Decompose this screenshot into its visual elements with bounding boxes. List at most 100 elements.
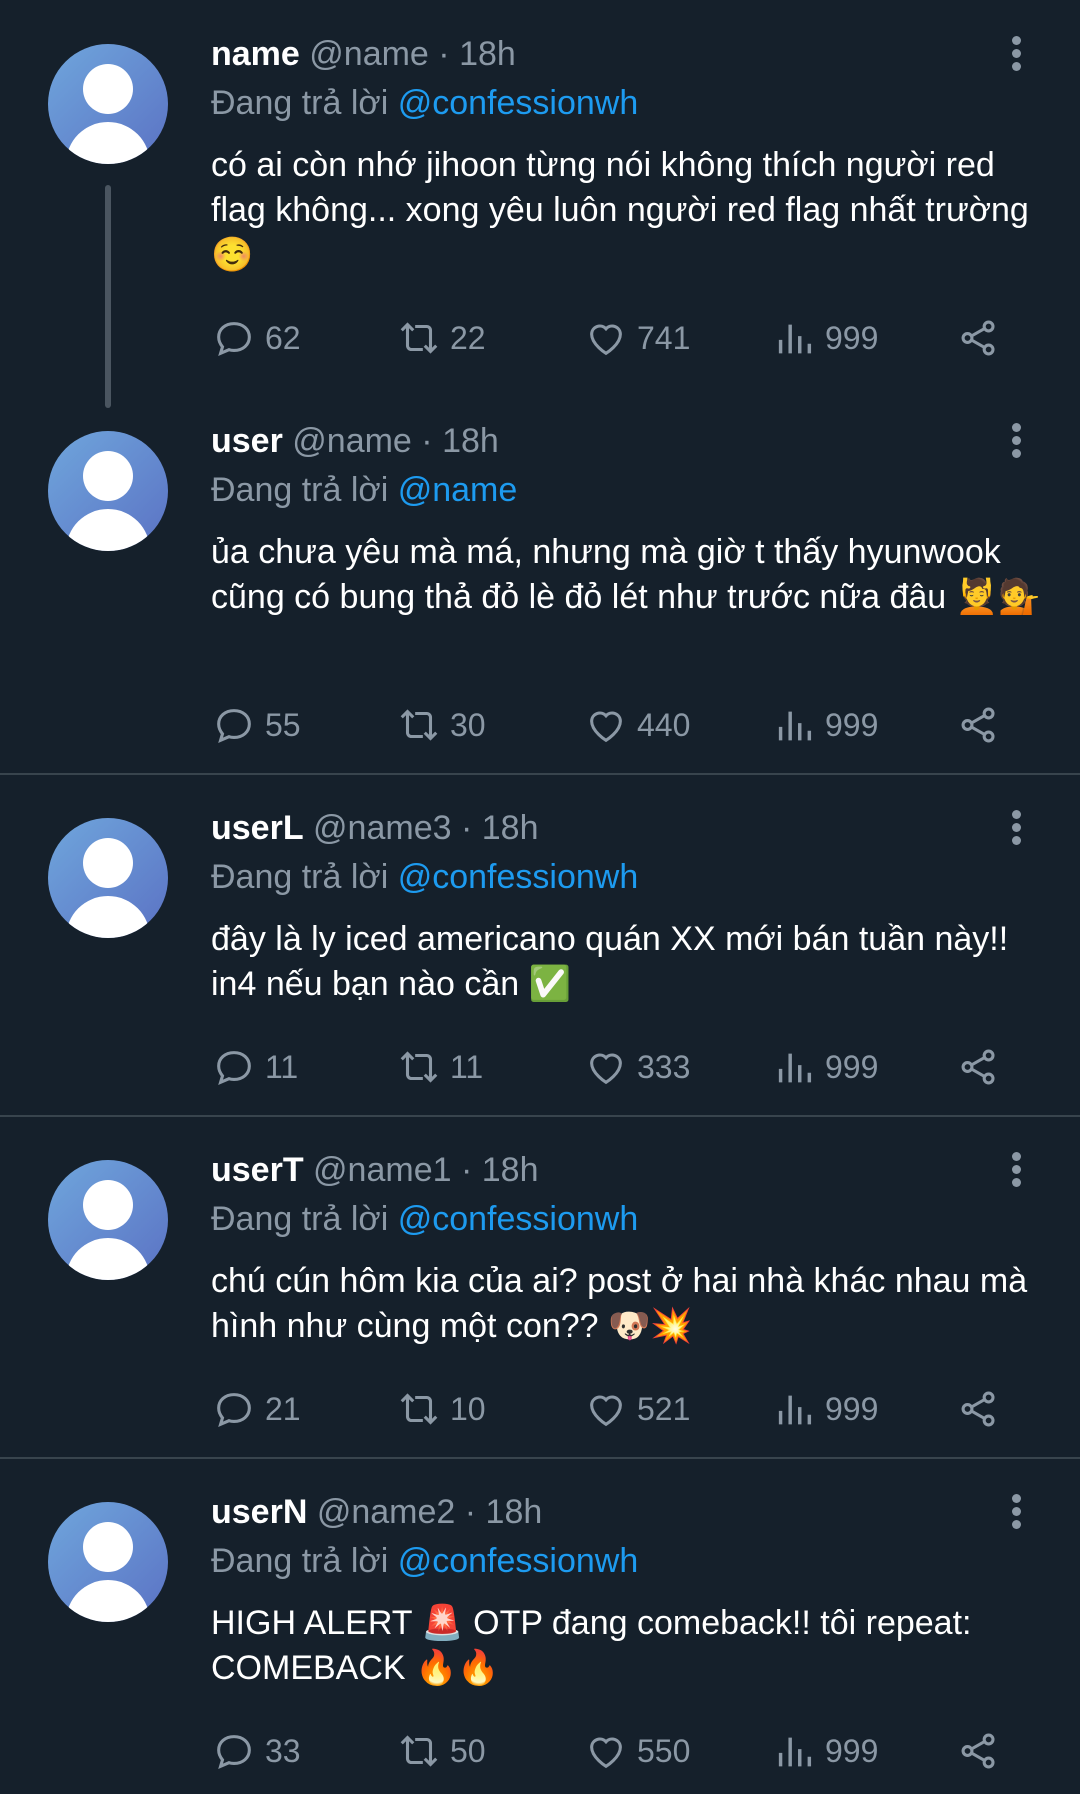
tweet-header: name @name · 18h <box>211 34 516 74</box>
display-name[interactable]: userN <box>211 1493 307 1531</box>
display-name[interactable]: user <box>211 422 283 460</box>
like-button[interactable]: 333 <box>583 1042 690 1092</box>
handle[interactable]: @name1 <box>313 1151 451 1189</box>
timestamp[interactable]: 18h <box>486 1493 543 1531</box>
more-icon[interactable] <box>1005 1492 1029 1532</box>
reply-button[interactable]: 62 <box>211 313 301 363</box>
share-button[interactable] <box>956 1384 1010 1434</box>
reply-icon <box>217 1393 251 1428</box>
view-count: 999 <box>825 1390 879 1427</box>
more-icon[interactable] <box>1005 808 1029 848</box>
reply-button[interactable]: 33 <box>211 1726 301 1776</box>
handle[interactable]: @name <box>292 422 412 460</box>
timestamp[interactable]: 18h <box>442 422 499 460</box>
like-button[interactable]: 741 <box>583 313 690 363</box>
views-icon <box>778 1053 812 1083</box>
handle[interactable]: @name <box>309 35 429 73</box>
avatar[interactable] <box>48 1502 168 1622</box>
tweet-header: userL @name3 · 18h <box>211 808 538 848</box>
meta-separator: · <box>428 35 460 73</box>
reply-mention[interactable]: @confessionwh <box>398 1542 639 1580</box>
retweet-button[interactable]: 30 <box>396 700 486 750</box>
retweet-icon <box>400 1393 438 1425</box>
avatar[interactable] <box>48 44 168 164</box>
reply-count: 62 <box>265 319 301 356</box>
tweet-actions: 33 50 550 999 <box>211 1726 1011 1776</box>
reply-button[interactable]: 21 <box>211 1384 301 1434</box>
avatar[interactable] <box>48 1160 168 1280</box>
share-button[interactable] <box>956 700 1010 750</box>
like-count: 333 <box>637 1048 691 1085</box>
reply-mention[interactable]: @confessionwh <box>398 84 639 122</box>
reply-mention[interactable]: @confessionwh <box>398 1200 639 1238</box>
retweet-button[interactable]: 22 <box>396 313 486 363</box>
reply-button[interactable]: 11 <box>211 1042 298 1092</box>
views-button[interactable]: 999 <box>771 1726 878 1776</box>
views-button[interactable]: 999 <box>771 1384 878 1434</box>
meta-separator: · <box>411 422 443 460</box>
replying-to-label: Đang trả lời <box>211 471 389 509</box>
replying-to-label: Đang trả lời <box>211 84 389 122</box>
timestamp[interactable]: 18h <box>459 35 516 73</box>
retweet-button[interactable]: 10 <box>396 1384 486 1434</box>
share-button[interactable] <box>956 1042 1010 1092</box>
replying-to-label: Đang trả lời <box>211 1542 389 1580</box>
reply-icon <box>217 1735 251 1770</box>
share-icon <box>961 1391 995 1427</box>
retweet-icon <box>400 1735 438 1767</box>
meta-separator: · <box>451 809 482 847</box>
tweet[interactable]: user @name · 18h Đang trả lời @name ủa c… <box>0 387 1080 772</box>
reply-count: 55 <box>265 706 301 743</box>
view-count: 999 <box>825 1732 879 1769</box>
like-button[interactable]: 550 <box>583 1726 690 1776</box>
reply-button[interactable]: 55 <box>211 700 301 750</box>
views-button[interactable]: 999 <box>771 700 878 750</box>
share-button[interactable] <box>956 1726 1010 1776</box>
retweet-icon <box>400 709 438 741</box>
avatar[interactable] <box>48 431 168 551</box>
tweet[interactable]: userL @name3 · 18h Đang trả lời @confess… <box>0 774 1080 1114</box>
tweet[interactable]: userT @name1 · 18h Đang trả lời @confess… <box>0 1116 1080 1457</box>
retweet-count: 50 <box>450 1732 486 1769</box>
retweet-button[interactable]: 11 <box>396 1042 483 1092</box>
replying-to: Đang trả lời @confessionwh <box>211 83 638 123</box>
tweet-text: đây là ly iced americano quán XX mới bán… <box>211 920 1009 1003</box>
tweet[interactable]: name @name · 18h Đang trả lời @confessio… <box>0 0 1080 400</box>
like-button[interactable]: 440 <box>583 700 690 750</box>
tweet-text: có ai còn nhớ jihoon từng nói không thíc… <box>211 146 1029 274</box>
like-button[interactable]: 521 <box>583 1384 690 1434</box>
reply-mention[interactable]: @name <box>398 471 518 509</box>
like-icon <box>590 1737 622 1769</box>
more-icon[interactable] <box>1005 421 1029 461</box>
reply-icon <box>217 322 251 357</box>
share-button[interactable] <box>956 313 1010 363</box>
timestamp[interactable]: 18h <box>482 1151 539 1189</box>
like-count: 440 <box>637 706 691 743</box>
reply-mention[interactable]: @confessionwh <box>398 858 639 896</box>
replying-to-label: Đang trả lời <box>211 858 389 896</box>
display-name[interactable]: name <box>211 35 300 73</box>
tweet-actions: 62 22 741 999 <box>211 313 1011 363</box>
retweet-count: 11 <box>450 1048 484 1085</box>
timestamp[interactable]: 18h <box>482 809 539 847</box>
replying-to-label: Đang trả lời <box>211 1200 389 1238</box>
tweet-text: ủa chưa yêu mà má, nhưng mà giờ t thấy h… <box>211 533 1041 616</box>
display-name[interactable]: userT <box>211 1151 304 1189</box>
like-icon <box>590 324 622 356</box>
tweet[interactable]: userN @name2 · 18h Đang trả lời @confess… <box>0 1458 1080 1794</box>
view-count: 999 <box>825 1048 879 1085</box>
display-name[interactable]: userL <box>211 809 304 847</box>
more-icon[interactable] <box>1005 34 1029 74</box>
retweet-count: 10 <box>450 1390 486 1427</box>
views-button[interactable]: 999 <box>771 1042 878 1092</box>
avatar[interactable] <box>48 818 168 938</box>
handle[interactable]: @name3 <box>313 809 451 847</box>
share-icon <box>961 707 995 743</box>
views-icon <box>778 324 812 354</box>
handle[interactable]: @name2 <box>317 1493 455 1531</box>
retweet-button[interactable]: 50 <box>396 1726 486 1776</box>
more-icon[interactable] <box>1005 1150 1029 1190</box>
reply-count: 11 <box>265 1048 299 1085</box>
like-count: 741 <box>637 319 691 356</box>
views-button[interactable]: 999 <box>771 313 878 363</box>
